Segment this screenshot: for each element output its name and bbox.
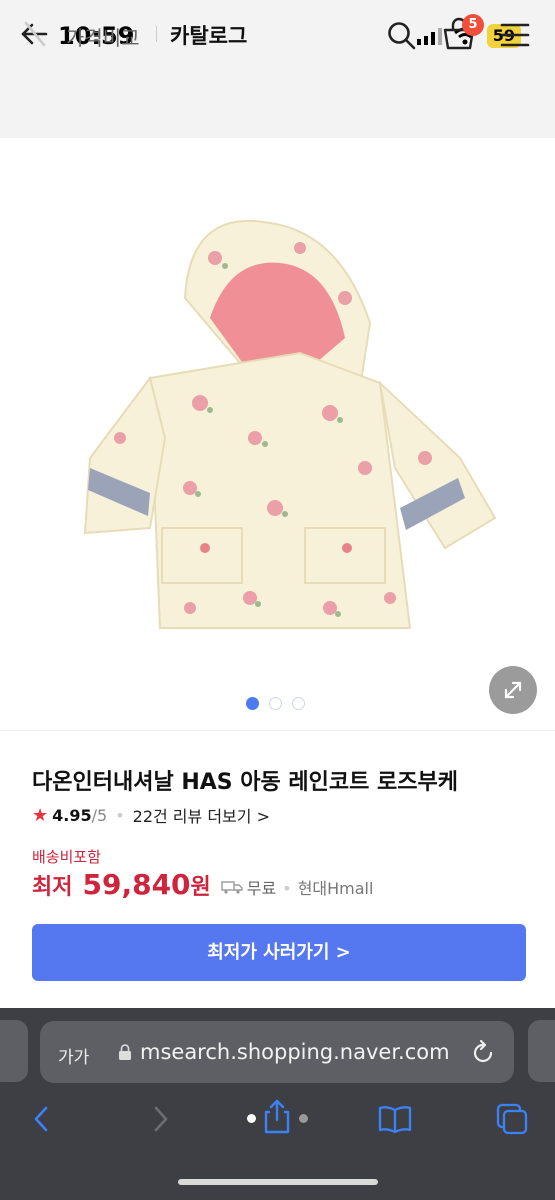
expand-icon [504, 681, 522, 699]
pagination-dot-2[interactable] [269, 697, 282, 710]
product-image[interactable] [0, 138, 555, 730]
expand-image-button[interactable] [489, 666, 537, 714]
rating-value: 4.95 [52, 805, 92, 825]
shipping-label: 배송비포함 [32, 848, 102, 866]
reload-icon[interactable] [470, 1038, 496, 1066]
nav-catalog-title[interactable]: 카탈로그 [170, 20, 247, 50]
price-lowest-label: 최저 [32, 875, 73, 900]
reader-text-size-button[interactable]: 가가 [58, 1043, 89, 1068]
mall-separator: • [282, 879, 292, 898]
page-dot-inactive [299, 1114, 308, 1123]
star-icon: ★ [32, 804, 49, 826]
divider [0, 730, 555, 731]
share-icon[interactable] [262, 1098, 292, 1136]
image-pagination [246, 697, 305, 710]
previous-tab-peek[interactable] [0, 1020, 28, 1082]
lock-icon [119, 1044, 131, 1060]
cart-count-badge: 5 [462, 14, 484, 36]
signal-icon [416, 28, 442, 45]
url-text[interactable]: msearch.shopping.naver.com [140, 1040, 450, 1064]
price-unit: 원 [190, 875, 211, 900]
rating-row: ★ 4.95 /5 • 22건 리뷰 더보기 > [32, 803, 270, 827]
next-tab-peek[interactable] [528, 1020, 555, 1082]
delivery-free: 무료 [246, 879, 277, 898]
rating-separator: • [115, 805, 125, 825]
browser-forward-icon[interactable] [150, 1104, 172, 1134]
product-title: 다온인터내셔날 HAS 아동 레인코트 로즈부케 [32, 770, 459, 795]
pagination-dot-3[interactable] [292, 697, 305, 710]
raincoat-illustration [83, 219, 497, 629]
search-icon[interactable] [386, 20, 416, 50]
buy-lowest-price-button[interactable]: 최저가 사러가기 > [32, 924, 526, 981]
menu-icon[interactable] [500, 22, 530, 48]
truck-icon [221, 879, 243, 898]
nav-separator [156, 26, 157, 42]
nav-bar [0, 68, 555, 138]
tabs-icon[interactable] [495, 1102, 529, 1136]
browser-back-icon[interactable] [30, 1104, 52, 1134]
home-indicator [178, 1179, 378, 1185]
pagination-dot-1[interactable] [246, 697, 259, 710]
bookmarks-icon[interactable] [377, 1104, 413, 1134]
nav-price-compare-link[interactable]: 가격비교 [66, 22, 140, 51]
reviews-link[interactable]: 22건 리뷰 더보기 > [133, 803, 270, 827]
back-icon[interactable] [18, 17, 52, 51]
price-value: 59,840 [82, 868, 191, 901]
mall-name: 현대Hmall [297, 879, 374, 898]
page-dot-active [247, 1114, 256, 1123]
rating-max: /5 [91, 805, 108, 825]
price-row: 최저 59,840 원 무료 • 현대Hmall [32, 868, 373, 901]
